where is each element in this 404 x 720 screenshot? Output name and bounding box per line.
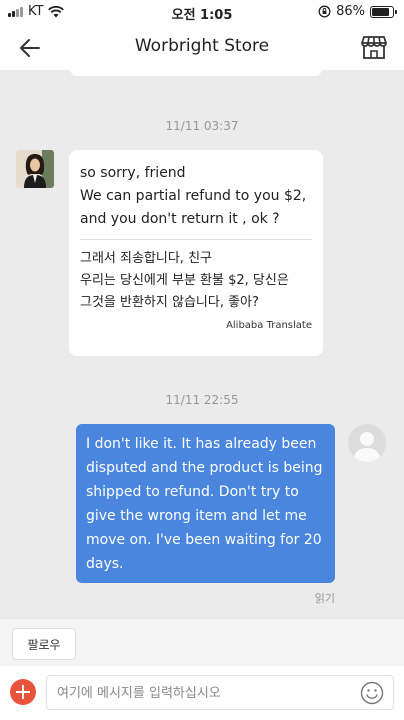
timestamp: 11/11 22:55: [165, 393, 239, 407]
read-status: 읽기: [314, 592, 335, 605]
timestamp: 11/11 03:37: [165, 119, 239, 133]
battery-icon: [370, 5, 397, 18]
status-bar: KT 오전 1:05 86%: [0, 0, 404, 24]
store-icon[interactable]: [360, 33, 388, 61]
battery-fill: [372, 7, 390, 16]
add-attachment-button[interactable]: [10, 679, 36, 705]
message-line: so sorry, friend: [80, 165, 186, 181]
emoji-icon[interactable]: [360, 681, 384, 705]
message-input-box[interactable]: [46, 675, 394, 710]
orientation-lock-icon: [318, 5, 331, 18]
message-line: and you don't return it , ok ?: [80, 211, 280, 227]
translation-line: 그래서 죄송합니다, 친구: [80, 251, 212, 266]
chat-area[interactable]: 11/11 03:37 so sorry, friend We can part…: [0, 70, 404, 618]
page-title: Worbright Store: [134, 36, 270, 56]
user-avatar-placeholder-icon: [353, 432, 381, 462]
message-input[interactable]: [57, 682, 347, 704]
seller-message-bubble[interactable]: so sorry, friend We can partial refund t…: [69, 150, 323, 356]
translation-divider: [80, 239, 312, 240]
message-line: I don't like it. It has already been: [86, 436, 317, 452]
status-right: 86%: [318, 4, 397, 19]
user-message-bubble[interactable]: I don't like it. It has already been dis…: [76, 424, 335, 583]
header: Worbright Store: [0, 24, 404, 70]
seller-avatar[interactable]: [16, 150, 54, 188]
message-line: shipped to refund. Don't try to: [86, 484, 299, 500]
message-line: move on. I've been waiting for 20: [86, 532, 322, 548]
battery-percent: 86%: [336, 4, 365, 19]
previous-message-bubble: [70, 70, 322, 76]
user-avatar[interactable]: [348, 424, 386, 462]
translation-line: 그것을 반환하지 않습니다, 좋아?: [80, 295, 259, 310]
translated-text: 그래서 죄송합니다, 친구 우리는 당신에게 부분 환불 $2, 당신은 그것을…: [80, 248, 312, 314]
translate-attribution: Alibaba Translate: [226, 320, 312, 331]
follow-button[interactable]: 팔로우: [12, 628, 76, 660]
message-line: days.: [86, 556, 124, 572]
original-text: so sorry, friend We can partial refund t…: [80, 162, 312, 231]
message-line: give the wrong item and let me: [86, 508, 307, 524]
follow-area: 팔로우: [0, 618, 404, 666]
translation-line: 우리는 당신에게 부분 환불 $2, 당신은: [80, 273, 289, 288]
message-line: disputed and the product is being: [86, 460, 323, 476]
message-line: We can partial refund to you $2,: [80, 188, 307, 204]
input-bar: [0, 666, 404, 720]
seller-avatar-image: [16, 150, 54, 188]
